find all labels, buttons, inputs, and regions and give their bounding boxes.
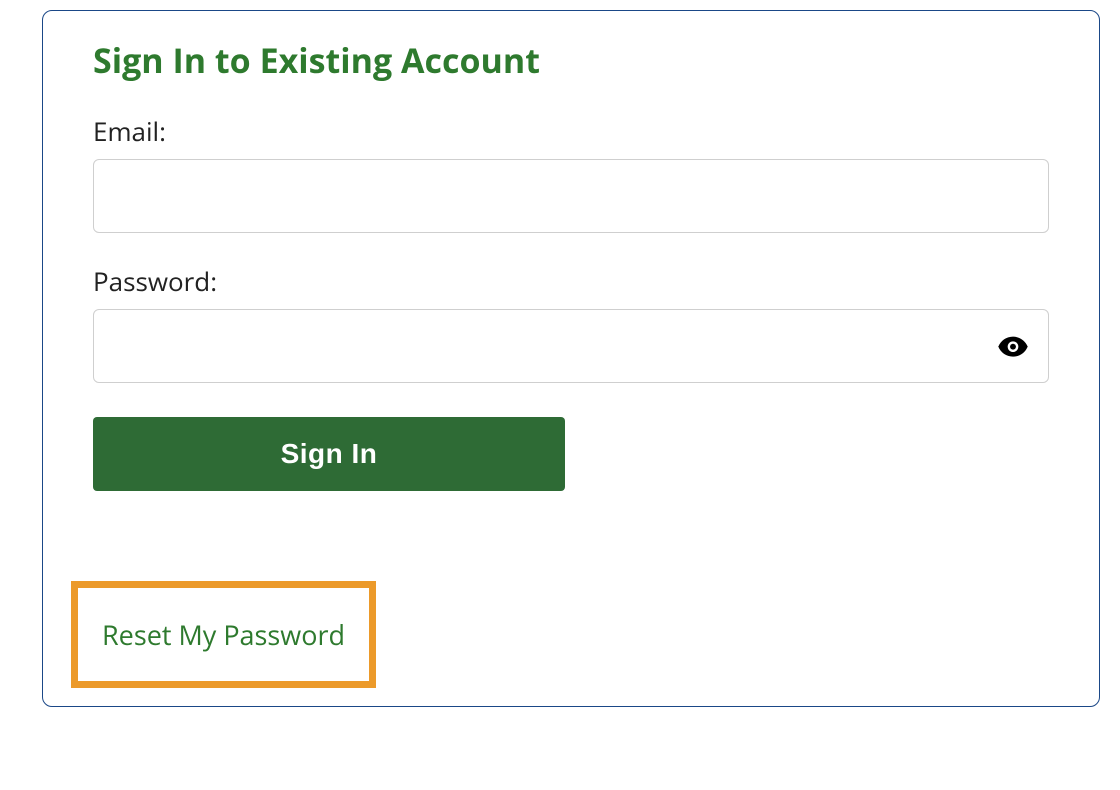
reset-highlight-box: Reset My Password <box>71 581 376 688</box>
email-label: Email: <box>93 113 1049 149</box>
password-label: Password: <box>93 263 1049 299</box>
eye-icon[interactable] <box>997 330 1029 362</box>
email-input[interactable] <box>93 159 1049 233</box>
reset-section: Reset My Password <box>93 581 1049 688</box>
reset-password-link[interactable]: Reset My Password <box>102 616 345 653</box>
password-wrapper <box>93 309 1049 383</box>
signin-button[interactable]: Sign In <box>93 417 565 491</box>
signin-panel: Sign In to Existing Account Email: Passw… <box>42 10 1100 707</box>
password-form-group: Password: <box>93 263 1049 383</box>
email-form-group: Email: <box>93 113 1049 233</box>
password-input[interactable] <box>93 309 1049 383</box>
panel-title: Sign In to Existing Account <box>93 37 1049 83</box>
